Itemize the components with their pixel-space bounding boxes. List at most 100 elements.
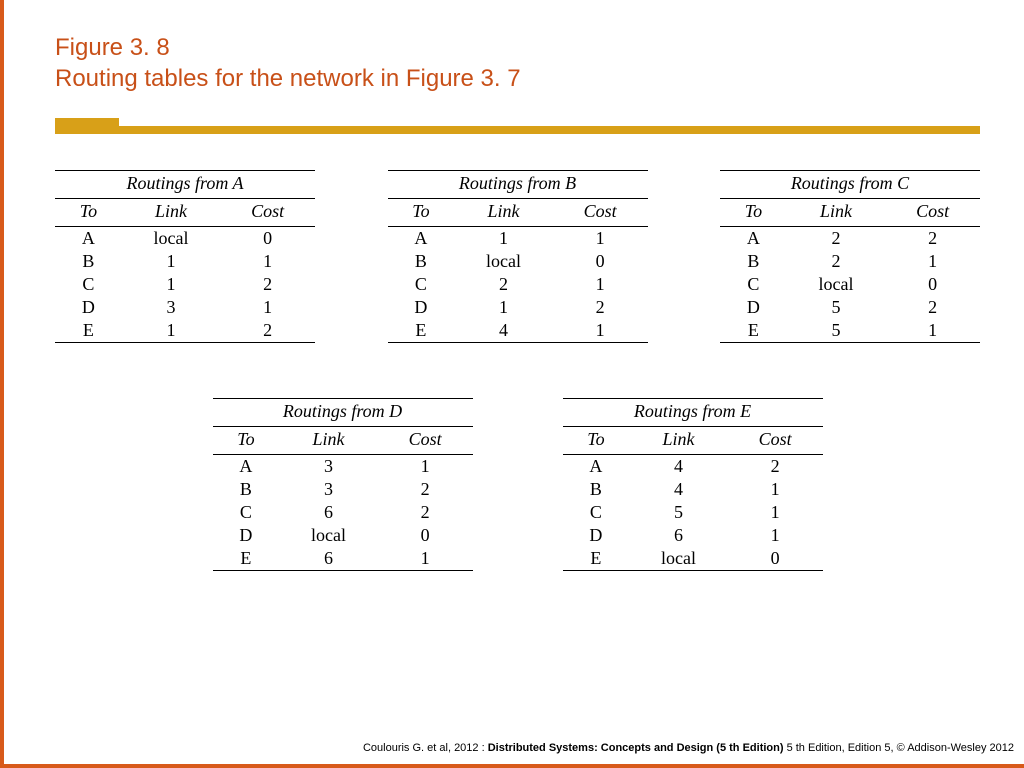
table-row: B11 bbox=[55, 250, 315, 273]
cell-link: 1 bbox=[122, 273, 220, 296]
cell-cost: 0 bbox=[220, 227, 315, 251]
cell-link: 1 bbox=[122, 250, 220, 273]
table-row: B21 bbox=[720, 250, 980, 273]
table-title: Routings from B bbox=[388, 170, 648, 194]
col-link: Link bbox=[122, 199, 220, 227]
cell-link: 5 bbox=[629, 501, 727, 524]
cell-to: A bbox=[55, 227, 122, 251]
routing-table-C: Routings from C To Link Cost A22 B21 Clo… bbox=[720, 170, 980, 343]
table-B: To Link Cost A11 Blocal0 C21 D12 E41 bbox=[388, 198, 648, 343]
cell-cost: 1 bbox=[728, 501, 823, 524]
content-area: Routings from A To Link Cost Alocal0 B11… bbox=[55, 170, 980, 708]
col-cost: Cost bbox=[728, 427, 823, 455]
cell-to: A bbox=[563, 455, 630, 479]
footer-suffix: 5 th Edition, Edition 5, © Addison-Wesle… bbox=[784, 742, 1014, 754]
routing-table-E: Routings from E To Link Cost A42 B41 C51… bbox=[563, 398, 823, 571]
cell-link: local bbox=[279, 524, 377, 547]
col-to: To bbox=[55, 199, 122, 227]
table-row: D31 bbox=[55, 296, 315, 319]
cell-link: 3 bbox=[279, 478, 377, 501]
cell-cost: 2 bbox=[220, 273, 315, 296]
table-row: B32 bbox=[213, 478, 473, 501]
cell-to: E bbox=[563, 547, 630, 571]
cell-cost: 1 bbox=[220, 250, 315, 273]
cell-to: B bbox=[55, 250, 122, 273]
cell-cost: 2 bbox=[885, 296, 980, 319]
cell-link: local bbox=[122, 227, 220, 251]
title-line-2: Routing tables for the network in Figure… bbox=[55, 63, 521, 94]
table-row: E51 bbox=[720, 319, 980, 343]
cell-cost: 1 bbox=[553, 227, 648, 251]
cell-to: A bbox=[720, 227, 787, 251]
cell-cost: 1 bbox=[885, 319, 980, 343]
cell-link: 5 bbox=[787, 296, 885, 319]
table-title: Routings from C bbox=[720, 170, 980, 194]
cell-cost: 2 bbox=[378, 478, 473, 501]
table-row: C12 bbox=[55, 273, 315, 296]
col-to: To bbox=[720, 199, 787, 227]
col-link: Link bbox=[454, 199, 552, 227]
cell-cost: 2 bbox=[885, 227, 980, 251]
cell-link: 1 bbox=[454, 227, 552, 251]
table-E: To Link Cost A42 B41 C51 D61 Elocal0 bbox=[563, 426, 823, 571]
routing-table-B: Routings from B To Link Cost A11 Blocal0… bbox=[388, 170, 648, 343]
cell-link: local bbox=[454, 250, 552, 273]
table-row: C62 bbox=[213, 501, 473, 524]
table-row: A11 bbox=[388, 227, 648, 251]
tables-row-bottom: Routings from D To Link Cost A31 B32 C62… bbox=[55, 398, 980, 571]
cell-to: B bbox=[213, 478, 280, 501]
cell-cost: 1 bbox=[553, 273, 648, 296]
accent-bar-short bbox=[55, 118, 119, 134]
table-row: Blocal0 bbox=[388, 250, 648, 273]
cell-to: E bbox=[388, 319, 455, 343]
cell-cost: 0 bbox=[885, 273, 980, 296]
cell-to: B bbox=[388, 250, 455, 273]
col-link: Link bbox=[787, 199, 885, 227]
cell-link: 4 bbox=[454, 319, 552, 343]
cell-cost: 2 bbox=[728, 455, 823, 479]
col-link: Link bbox=[629, 427, 727, 455]
cell-to: C bbox=[720, 273, 787, 296]
cell-cost: 1 bbox=[728, 478, 823, 501]
cell-to: A bbox=[213, 455, 280, 479]
cell-cost: 1 bbox=[378, 455, 473, 479]
table-row: D52 bbox=[720, 296, 980, 319]
footer-bold: Distributed Systems: Concepts and Design… bbox=[488, 742, 784, 754]
cell-cost: 2 bbox=[220, 319, 315, 343]
cell-link: 1 bbox=[454, 296, 552, 319]
cell-link: 3 bbox=[279, 455, 377, 479]
cell-to: D bbox=[55, 296, 122, 319]
table-row: Clocal0 bbox=[720, 273, 980, 296]
cell-link: 2 bbox=[454, 273, 552, 296]
cell-link: local bbox=[787, 273, 885, 296]
cell-to: D bbox=[213, 524, 280, 547]
table-row: Dlocal0 bbox=[213, 524, 473, 547]
cell-to: C bbox=[388, 273, 455, 296]
cell-to: E bbox=[55, 319, 122, 343]
cell-link: 6 bbox=[279, 547, 377, 571]
col-to: To bbox=[213, 427, 280, 455]
cell-link: 4 bbox=[629, 478, 727, 501]
cell-cost: 1 bbox=[220, 296, 315, 319]
cell-link: 6 bbox=[279, 501, 377, 524]
table-title: Routings from A bbox=[55, 170, 315, 194]
cell-to: C bbox=[55, 273, 122, 296]
cell-cost: 1 bbox=[885, 250, 980, 273]
cell-link: 1 bbox=[122, 319, 220, 343]
cell-link: 5 bbox=[787, 319, 885, 343]
col-to: To bbox=[388, 199, 455, 227]
table-C: To Link Cost A22 B21 Clocal0 D52 E51 bbox=[720, 198, 980, 343]
table-row: A42 bbox=[563, 455, 823, 479]
accent-bar bbox=[55, 118, 980, 134]
cell-to: B bbox=[720, 250, 787, 273]
table-row: E61 bbox=[213, 547, 473, 571]
table-title: Routings from D bbox=[213, 398, 473, 422]
cell-link: 2 bbox=[787, 250, 885, 273]
accent-bar-long bbox=[55, 126, 980, 134]
cell-to: B bbox=[563, 478, 630, 501]
col-to: To bbox=[563, 427, 630, 455]
table-row: D12 bbox=[388, 296, 648, 319]
table-row: E41 bbox=[388, 319, 648, 343]
col-cost: Cost bbox=[378, 427, 473, 455]
table-D: To Link Cost A31 B32 C62 Dlocal0 E61 bbox=[213, 426, 473, 571]
